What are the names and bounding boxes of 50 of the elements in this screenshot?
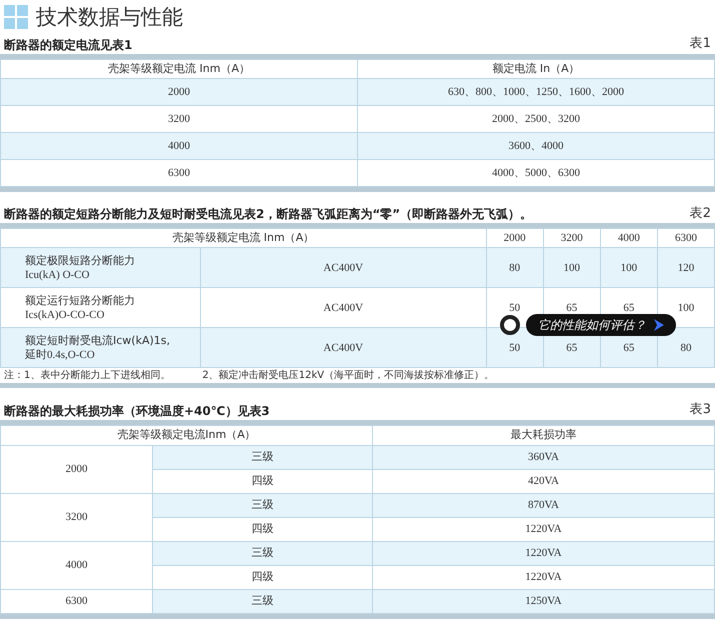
table-cell: 1220VA <box>372 541 714 565</box>
table-note: 2、额定冲击耐受电压12kV（海平面时，不同海拔按标准修正）。 <box>202 368 494 383</box>
column-header: 壳架等级额定电流 Inm（A） <box>0 228 486 248</box>
table-cell: 三级 <box>152 493 372 517</box>
squares-icon <box>4 5 28 29</box>
arrow-icon <box>654 319 664 331</box>
table-cell: 870VA <box>372 493 714 517</box>
table-cell: 三级 <box>152 445 372 469</box>
table-caption: 断路器的最大耗损功率（环境温度+40℃）见表3 <box>3 402 270 420</box>
column-header: 壳架等级额定电流Inm（A） <box>0 425 372 445</box>
table-cell: 360VA <box>372 445 714 469</box>
row-label: 额定运行短路分断能力 <box>25 292 136 308</box>
table-cell: 1250VA <box>372 589 714 613</box>
column-header: 壳架等级额定电流 Inm（A） <box>0 59 358 78</box>
table-cell: 4000 <box>0 541 152 589</box>
table-cell: 6300 <box>0 589 152 613</box>
table-cell: 2000 <box>0 445 152 493</box>
table-cell: 6300 <box>0 159 358 186</box>
table-cell: 4000、5000、6300 <box>358 159 714 186</box>
row-label: 额定极限短路分断能力 <box>25 252 136 268</box>
table-cell: 四级 <box>152 469 372 493</box>
table-cell: 3200 <box>0 493 152 541</box>
table-cell: 三级 <box>152 541 372 565</box>
table-number: 表1 <box>690 35 711 53</box>
table-cell: 420VA <box>372 469 714 493</box>
table-cell: AC400V <box>200 328 486 368</box>
table-cell: 3200 <box>0 105 358 132</box>
row-label: Ics(kA)O-CO-CO <box>25 308 106 322</box>
table-cell: 1220VA <box>372 517 714 541</box>
table-cell: 四级 <box>152 565 372 589</box>
table-cell: 三级 <box>152 589 372 613</box>
table-cell: 1220VA <box>372 565 714 589</box>
tooltip-bubble[interactable]: 它的性能如何评估？ <box>526 314 676 336</box>
table-cell: 2000 <box>0 78 358 105</box>
table-number: 表2 <box>690 204 711 222</box>
row-label: 额定短时耐受电流Icw(kA)1s, <box>25 332 171 348</box>
row-label: Icu(kA) O-CO <box>25 268 90 282</box>
table-note: 注：1、表中分断能力上下进线相同。 <box>4 368 170 383</box>
table-caption: 断路器的额定电流见表1 <box>3 36 132 54</box>
column-header: 最大耗损功率 <box>372 425 714 445</box>
row-label: 延时0.4s,O-CO <box>25 348 96 362</box>
column-header: 额定电流 In（A） <box>358 59 714 78</box>
table-cell: 2000、2500、3200 <box>358 105 714 132</box>
page-title: 技术数据与性能 <box>36 4 183 30</box>
table-cell: 四级 <box>152 517 372 541</box>
table-cell: 4000 <box>0 132 358 159</box>
table-caption: 断路器的额定短路分断能力及短时耐受电流见表2，断路器飞弧距离为“零”（即断路器外无飞弧）。 <box>3 206 532 223</box>
table-number: 表3 <box>690 401 711 419</box>
table-cell: 3600、4000 <box>358 132 714 159</box>
table-cell: 630、800、1000、1250、1600、2000 <box>358 78 714 105</box>
